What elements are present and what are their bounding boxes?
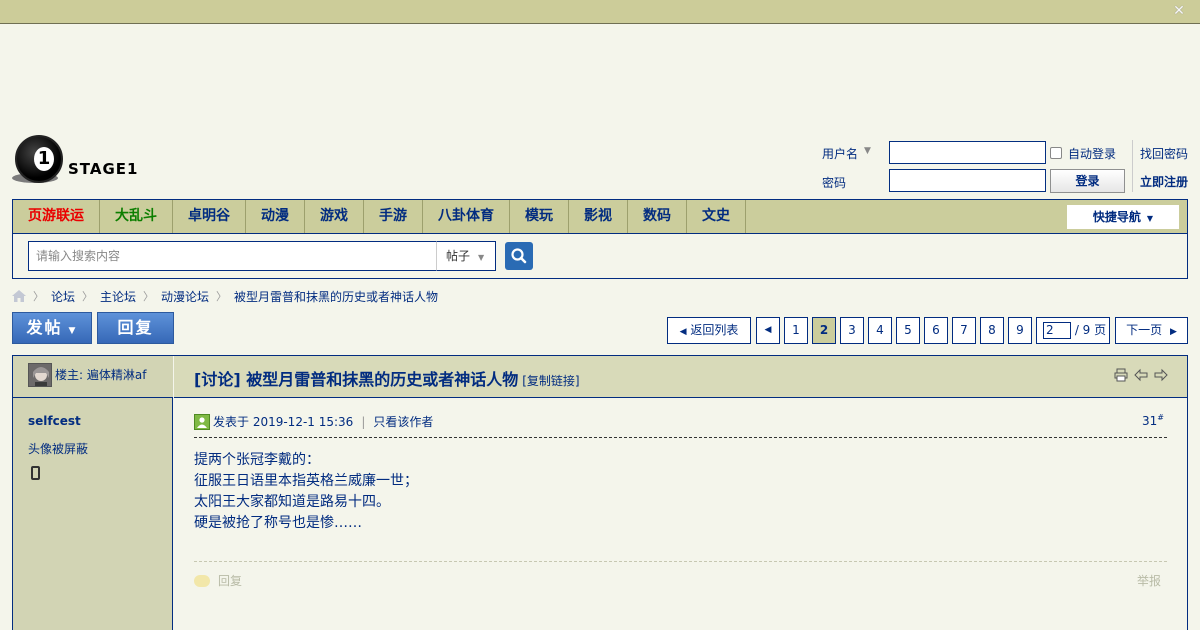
reply-icon	[194, 574, 210, 587]
nav-item-digital[interactable]: 数码	[628, 200, 687, 233]
page-link-8[interactable]: 8	[980, 317, 1004, 344]
auto-login-checkbox[interactable]	[1050, 147, 1062, 159]
nav-items: 页游联运 大乱斗 卓明谷 动漫 游戏 手游 八卦体育 模玩 影视 数码 文史	[13, 200, 746, 233]
search-button[interactable]	[505, 242, 533, 270]
meta-divider	[194, 437, 1167, 438]
register-link[interactable]: 立即注册	[1140, 173, 1188, 190]
page-link-6[interactable]: 6	[924, 317, 948, 344]
search-type-select[interactable]: 帖子 ▼	[436, 241, 496, 271]
nav-item-games[interactable]: 游戏	[305, 200, 364, 233]
thread-owner[interactable]: 楼主: 遍体精淋af	[55, 366, 146, 383]
page-link-7[interactable]: 7	[952, 317, 976, 344]
breadcrumb-separator: 〉	[216, 290, 228, 303]
breadcrumb-separator: 〉	[33, 290, 44, 303]
chevron-down-icon: ▼	[478, 253, 485, 262]
floor-value: 31	[1142, 414, 1158, 428]
prev-thread-icon[interactable]	[1134, 368, 1148, 382]
close-icon[interactable]: ✕	[1172, 4, 1186, 18]
page-jump-input[interactable]: 2	[1043, 322, 1071, 339]
meta-separator: |	[361, 414, 366, 429]
avatar-image-icon	[29, 364, 51, 386]
page-link-4[interactable]: 4	[868, 317, 892, 344]
prev-page-icon[interactable]: ◀	[756, 317, 780, 344]
report-link[interactable]: 举报	[1137, 572, 1161, 589]
chevron-down-icon: ▼	[68, 326, 78, 336]
quick-nav-button[interactable]: 快捷导航 ▼	[1067, 205, 1179, 229]
nav-item-anime[interactable]: 动漫	[246, 200, 305, 233]
post-time: 发表于 2019-12-1 15:36	[213, 415, 354, 429]
password-label: 密码	[822, 176, 847, 190]
avatar-blocked-text: 头像被屏蔽	[28, 442, 89, 456]
search-icon	[511, 248, 527, 264]
home-icon[interactable]	[12, 290, 26, 302]
nav-item-models[interactable]: 模玩	[510, 200, 569, 233]
print-icon[interactable]	[1114, 368, 1128, 382]
nav-item-mobile-games[interactable]: 手游	[364, 200, 423, 233]
search-input[interactable]: 请输入搜索内容	[28, 241, 438, 271]
page-jump: 2 / 9 页	[1036, 317, 1110, 344]
post-reply-label: 回复	[218, 574, 243, 588]
main-nav: 页游联运 大乱斗 卓明谷 动漫 游戏 手游 八卦体育 模玩 影视 数码 文史 快…	[12, 199, 1188, 234]
back-to-list-label: 返回列表	[690, 323, 739, 337]
page-link-9[interactable]: 9	[1008, 317, 1032, 344]
page-link-3[interactable]: 3	[840, 317, 864, 344]
username-input[interactable]	[889, 141, 1046, 164]
login-button[interactable]: 登录	[1050, 169, 1125, 193]
post-author[interactable]: selfcest	[28, 414, 81, 428]
new-post-label: 发帖	[26, 318, 63, 337]
page-link-2-current[interactable]: 2	[812, 317, 836, 344]
breadcrumb-separator: 〉	[82, 290, 94, 303]
floor-mark: #	[1157, 413, 1164, 422]
auto-login-label[interactable]: 自动登录	[1068, 145, 1116, 162]
thread-tools	[1114, 368, 1168, 382]
nav-item-webgame[interactable]: 页游联运	[13, 200, 100, 233]
online-status-icon	[194, 413, 210, 430]
site-logo[interactable]: 1 STAGE1	[12, 135, 142, 187]
floor-number[interactable]: 31#	[1142, 413, 1164, 428]
next-page-label: 下一页	[1126, 323, 1163, 337]
back-to-list-button[interactable]: ◀ 返回列表	[667, 317, 751, 344]
breadcrumb-anime-forum[interactable]: 动漫论坛	[161, 288, 209, 305]
nav-item-zhuominggu[interactable]: 卓明谷	[173, 200, 246, 233]
footer-divider	[194, 561, 1167, 562]
logo-numeral: 1	[34, 147, 54, 171]
thread-title: [讨论] 被型月雷普和抹黑的历史或者神话人物 [复制链接]	[194, 366, 580, 390]
thread-title-text[interactable]: [讨论] 被型月雷普和抹黑的历史或者神话人物	[194, 370, 518, 389]
breadcrumb: 〉 论坛 〉 主论坛 〉 动漫论坛 〉 被型月雷普和抹黑的历史或者神话人物	[12, 288, 438, 304]
owner-avatar[interactable]	[28, 363, 52, 387]
post-content: 提两个张冠李戴的： 征服王日语里本指英格兰威廉一世； 太阳王大家都知道是路易十四…	[194, 452, 418, 531]
reply-button[interactable]: 回复	[97, 312, 174, 344]
forgot-password-link[interactable]: 找回密码	[1140, 145, 1188, 162]
next-thread-icon[interactable]	[1154, 368, 1168, 382]
new-post-button[interactable]: 发帖 ▼	[12, 312, 92, 344]
page-link-5[interactable]: 5	[896, 317, 920, 344]
right-arrow-icon: ▶	[1169, 327, 1177, 337]
only-author-link[interactable]: 只看该作者	[373, 413, 433, 430]
chevron-down-icon: ▼	[1146, 214, 1154, 223]
breadcrumb-separator: 〉	[143, 290, 155, 303]
top-banner	[0, 0, 1200, 24]
chevron-down-icon[interactable]: ▼	[864, 146, 871, 156]
next-page-button[interactable]: 下一页 ▶	[1115, 317, 1188, 344]
copy-link[interactable]: [复制链接]	[522, 374, 579, 388]
nav-item-brawl[interactable]: 大乱斗	[100, 200, 173, 233]
search-type-label: 帖子	[446, 249, 471, 263]
login-divider	[1132, 140, 1133, 192]
username-label[interactable]: 用户名	[822, 145, 858, 162]
quick-nav-label: 快捷导航	[1092, 210, 1141, 224]
page-total: / 9 页	[1074, 323, 1107, 337]
breadcrumb-thread[interactable]: 被型月雷普和抹黑的历史或者神话人物	[234, 288, 438, 305]
post-meta: 发表于 2019-12-1 15:36 | 只看该作者	[194, 413, 433, 430]
left-arrow-icon: ◀	[679, 327, 687, 337]
nav-item-gossip-sports[interactable]: 八卦体育	[423, 200, 510, 233]
page-link-1[interactable]: 1	[784, 317, 808, 344]
password-input[interactable]	[889, 169, 1046, 192]
nav-item-film[interactable]: 影视	[569, 200, 628, 233]
post-reply-link[interactable]: 回复	[194, 572, 242, 589]
breadcrumb-forum[interactable]: 论坛	[51, 288, 75, 305]
nav-item-history[interactable]: 文史	[687, 200, 746, 233]
mobile-icon	[31, 466, 40, 480]
breadcrumb-main-forum[interactable]: 主论坛	[100, 288, 136, 305]
logo-text: STAGE1	[68, 160, 139, 178]
